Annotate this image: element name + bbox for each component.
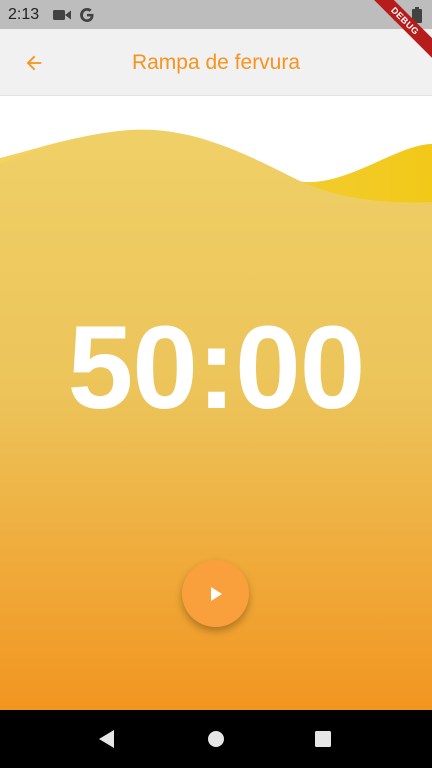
google-g-icon xyxy=(79,7,95,23)
timer-area: 50:00 xyxy=(0,96,432,710)
video-camera-icon xyxy=(53,9,72,21)
nav-recents-button[interactable] xyxy=(293,710,353,768)
arrow-back-icon xyxy=(26,55,42,71)
nav-back-icon xyxy=(99,730,114,748)
status-time: 2:13 xyxy=(8,5,40,23)
wifi-icon xyxy=(386,8,404,22)
page-title: Rampa de fervura xyxy=(131,50,301,74)
nav-recents-icon xyxy=(315,731,331,747)
app-screen: 2:13 DEBUG Rampa de fervura 50:00 xyxy=(0,0,432,768)
status-right-icons xyxy=(386,0,422,29)
timer-display: 50:00 xyxy=(67,302,366,434)
battery-icon xyxy=(412,6,422,23)
system-nav-bar xyxy=(0,710,432,768)
app-bar: Rampa de fervura xyxy=(0,29,432,96)
back-button[interactable] xyxy=(12,41,56,85)
nav-home-button[interactable] xyxy=(186,710,246,768)
status-bar: 2:13 xyxy=(0,0,432,29)
nav-back-button[interactable] xyxy=(77,710,137,768)
play-button[interactable] xyxy=(182,560,249,627)
nav-home-icon xyxy=(208,731,224,747)
play-icon xyxy=(210,586,222,601)
